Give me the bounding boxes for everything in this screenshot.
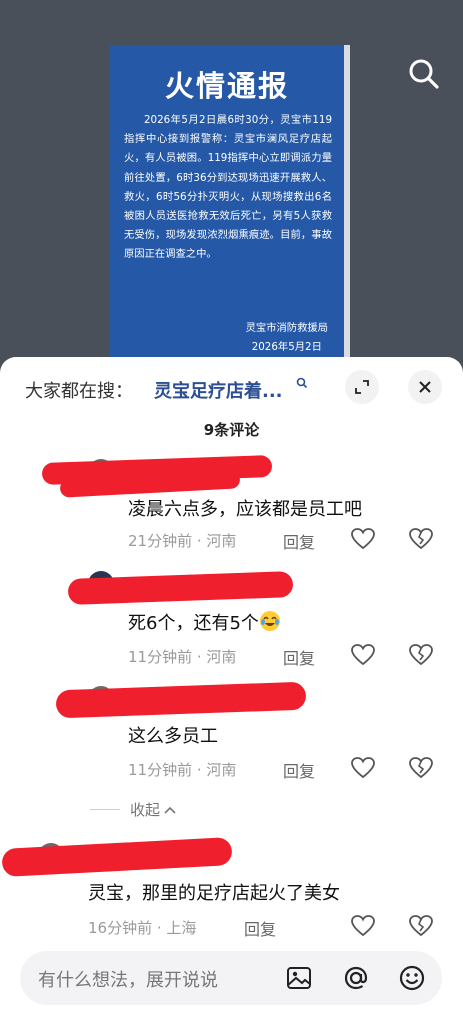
hot-search-link[interactable]: 灵宝足疗店着... — [154, 377, 283, 403]
dislike-button[interactable] — [408, 642, 434, 668]
reply-button[interactable]: 回复 — [244, 916, 276, 940]
broken-heart-icon — [409, 644, 433, 666]
comment-text: 灵宝，那里的足疗店起火了美女 — [88, 883, 340, 904]
small-search-icon — [296, 377, 308, 389]
heart-icon — [351, 528, 375, 550]
heart-icon — [351, 757, 375, 779]
comment-count: 9条评论 — [203, 421, 260, 439]
comment-meta: 16分钟前 · 上海 — [88, 919, 197, 937]
comment-sheet: 大家都在搜： 灵宝足疗店着... 9条评论 凌晨六点多，应该都是员工吧 21分钟… — [0, 357, 463, 1024]
image-icon — [287, 967, 311, 989]
at-icon — [344, 966, 368, 990]
reply-button[interactable]: 回复 — [283, 758, 315, 782]
mention-button[interactable] — [341, 963, 371, 993]
comment-location: 河南 — [206, 761, 237, 779]
reply-button[interactable]: 回复 — [283, 529, 315, 553]
crying-laughing-emoji-icon — [259, 611, 280, 631]
broken-heart-icon — [409, 528, 433, 550]
redaction-mark — [1, 837, 233, 877]
notice-signature: 灵宝市消防救援局 2026年5月2日 — [246, 319, 328, 357]
video-background[interactable]: 火情通报 2026年5月2日晨6时30分，灵宝市119指挥中心接到报警称：灵宝市… — [0, 0, 463, 380]
collapse-label: 收起 — [130, 801, 161, 819]
collapse-replies-button[interactable]: 收起 — [90, 799, 177, 820]
comment-text: 这么多员工 — [128, 726, 218, 747]
close-button[interactable] — [408, 370, 442, 404]
heart-icon — [351, 644, 375, 666]
comment-text-body: 死6个，还有5个 — [128, 613, 259, 634]
notice-org: 灵宝市消防救援局 — [245, 322, 328, 334]
expand-button[interactable] — [345, 370, 379, 404]
notice-date: 2026年5月2日 — [251, 341, 322, 353]
broken-heart-icon — [409, 757, 433, 779]
comment-time: 16分钟前 — [88, 919, 153, 937]
comment-meta: 21分钟前 · 河南 — [128, 532, 237, 550]
hot-search-label: 大家都在搜： — [25, 381, 133, 402]
comment-time: 11分钟前 — [128, 761, 193, 779]
like-button[interactable] — [350, 755, 376, 781]
comment-item: 死6个，还有5个 11分钟前 · 河南 回复 — [0, 569, 463, 679]
comment-location: 河南 — [206, 648, 237, 666]
like-button[interactable] — [350, 642, 376, 668]
comment-meta: 11分钟前 · 河南 — [128, 648, 237, 666]
expand-icon — [355, 380, 369, 394]
notice-title: 火情通报 — [164, 69, 289, 103]
broken-heart-icon — [409, 915, 433, 937]
dislike-button[interactable] — [408, 526, 434, 552]
divider — [90, 809, 120, 810]
comment-item: 灵宝，那里的足疗店起火了美女 16分钟前 · 上海 回复 — [0, 833, 463, 943]
notice-body: 2026年5月2日晨6时30分，灵宝市119指挥中心接到报警称：灵宝市澜风足疗店… — [124, 114, 332, 261]
heart-icon — [351, 915, 375, 937]
close-icon — [419, 381, 431, 393]
emoji-button[interactable] — [397, 963, 427, 993]
comment-time: 11分钟前 — [128, 648, 193, 666]
comment-sheet-header: 大家都在搜： 灵宝足疗店着... — [0, 357, 463, 419]
fire-notice-image: 火情通报 2026年5月2日晨6时30分，灵宝市119指挥中心接到报警称：灵宝市… — [110, 45, 350, 365]
comment-text: 凌晨六点多，应该都是员工吧 — [128, 499, 362, 520]
comment-meta: 11分钟前 · 河南 — [128, 761, 237, 779]
comment-input-bar[interactable]: 有什么想法，展开说说 — [20, 951, 442, 1005]
chevron-up-icon — [164, 806, 176, 814]
reply-button[interactable]: 回复 — [283, 645, 315, 669]
comment-input[interactable]: 有什么想法，展开说说 — [38, 966, 218, 992]
comment-item: 这么多员工 11分钟前 · 河南 回复 — [0, 681, 463, 792]
like-button[interactable] — [350, 526, 376, 552]
comment-location: 上海 — [166, 919, 197, 937]
comment-time: 21分钟前 — [128, 532, 193, 550]
comment-text: 死6个，还有5个 — [128, 609, 281, 635]
comment-item: 凌晨六点多，应该都是员工吧 21分钟前 · 河南 回复 — [0, 453, 463, 563]
smiley-icon — [399, 965, 425, 991]
image-button[interactable] — [284, 963, 314, 993]
like-button[interactable] — [350, 913, 376, 939]
dislike-button[interactable] — [408, 913, 434, 939]
search-icon — [409, 59, 439, 89]
search-button[interactable] — [405, 55, 443, 93]
dislike-button[interactable] — [408, 755, 434, 781]
comment-location: 河南 — [206, 532, 237, 550]
